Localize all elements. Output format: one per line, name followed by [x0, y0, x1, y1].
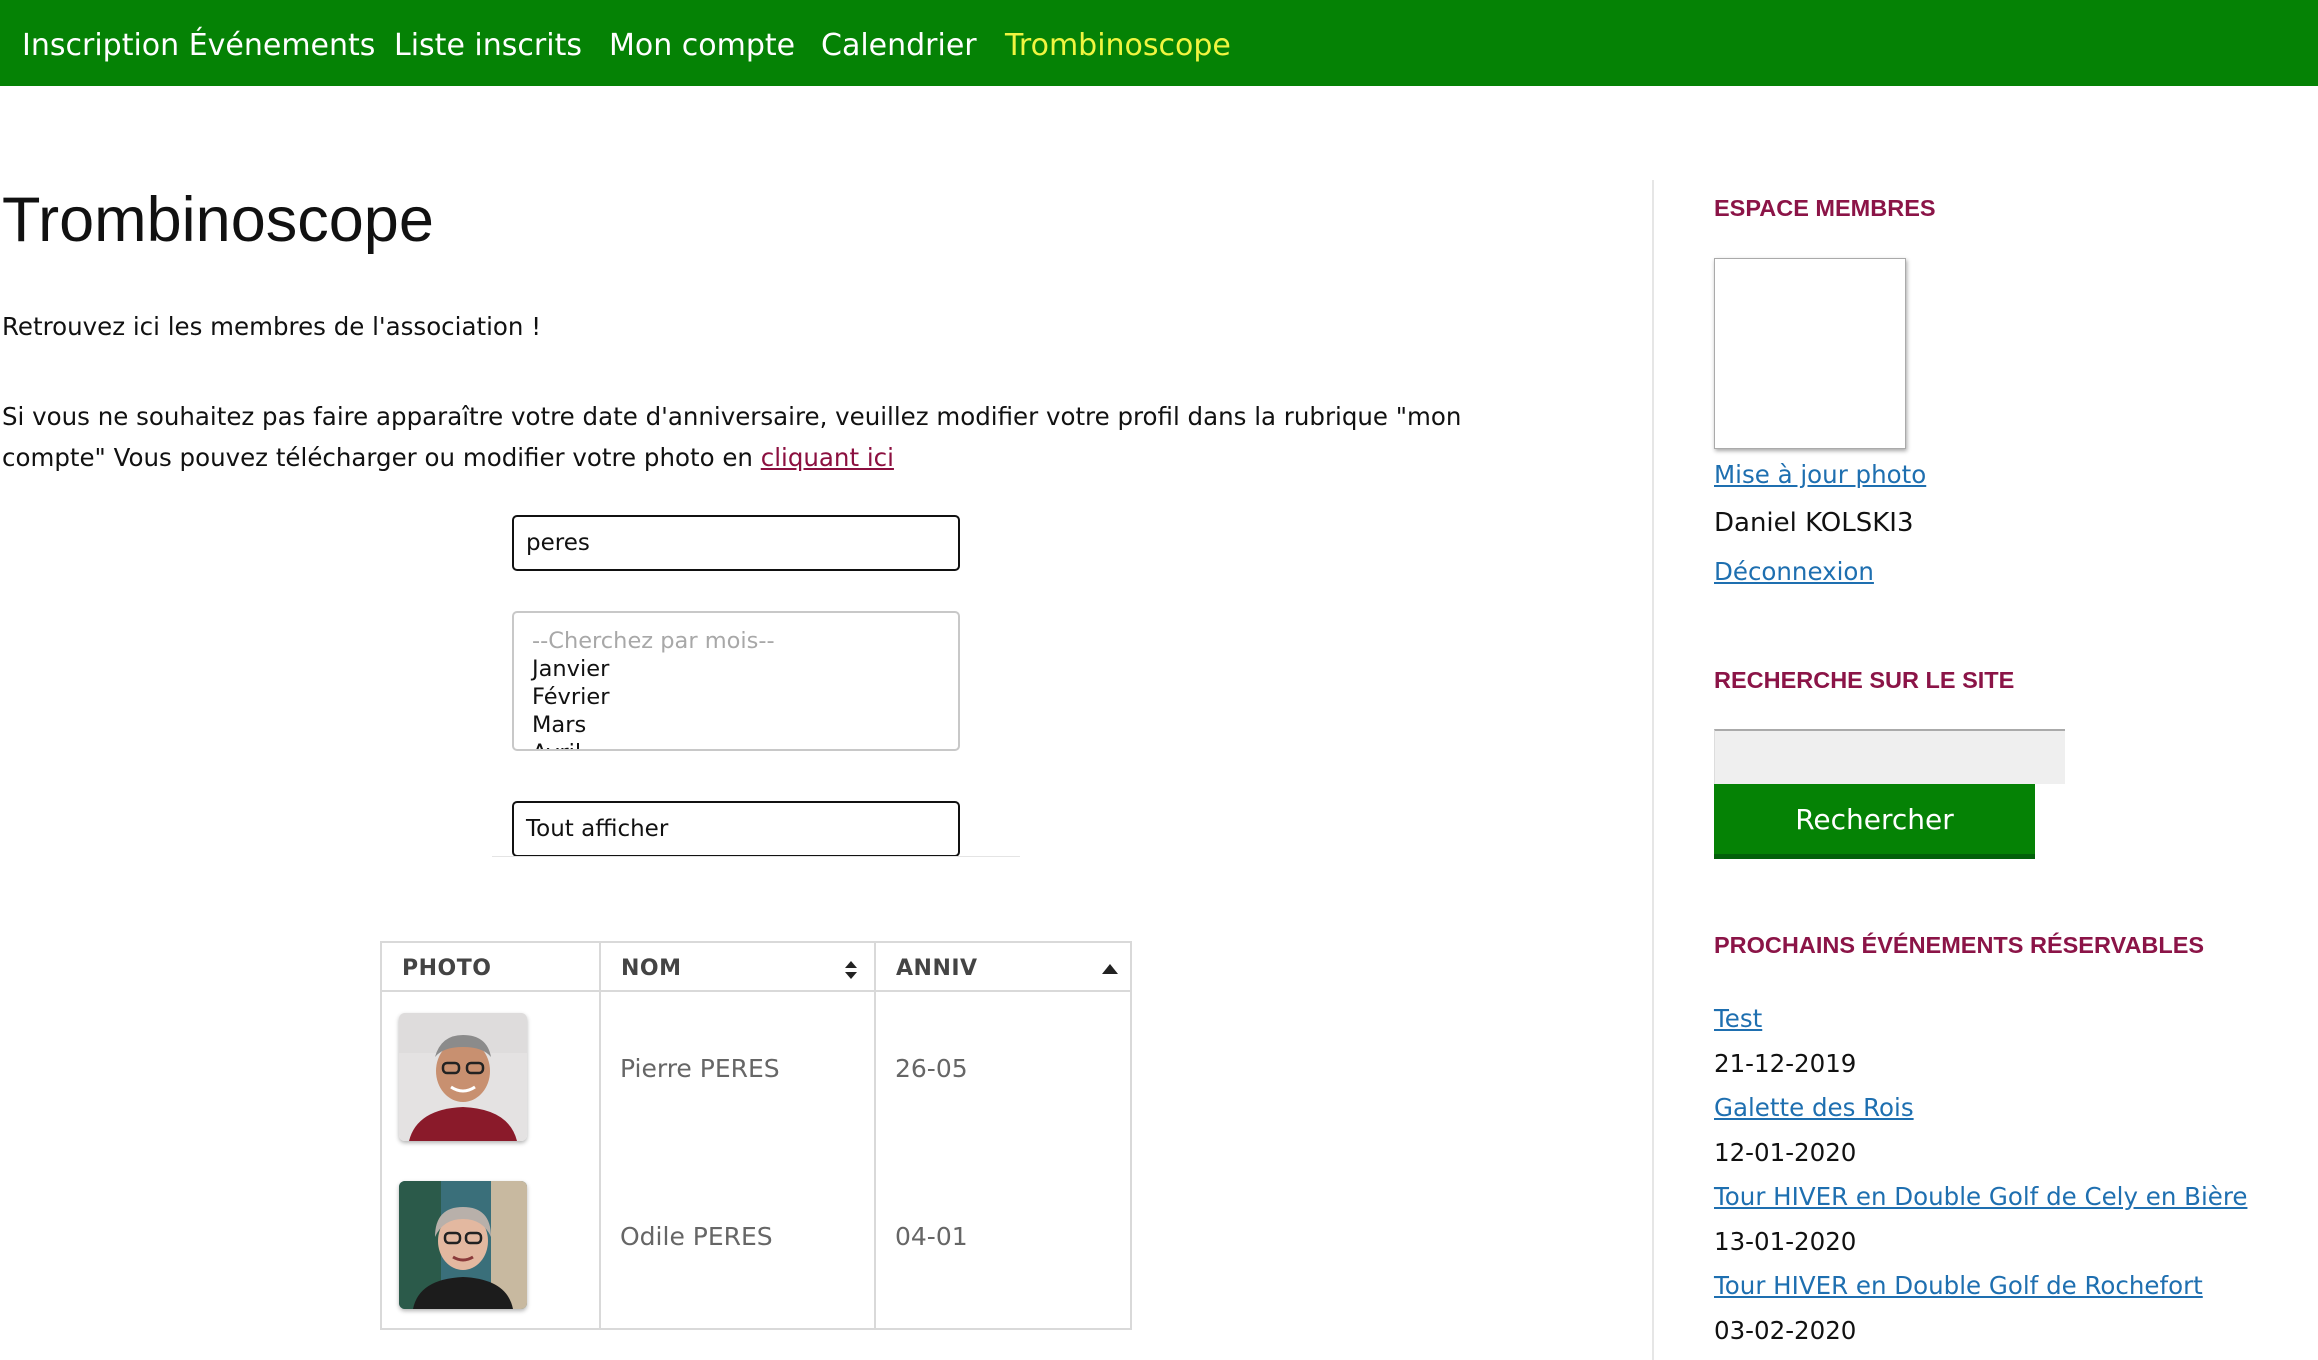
- update-photo-link[interactable]: cliquant ici: [761, 443, 894, 472]
- divider: [492, 856, 1020, 857]
- event-date: 21-12-2019: [1714, 1049, 1857, 1078]
- column-header-anniv-label: ANNIV: [896, 956, 978, 981]
- month-option-janvier[interactable]: Janvier: [532, 655, 958, 683]
- user-avatar: [1714, 258, 1906, 449]
- nav-item-calendrier[interactable]: Calendrier: [821, 0, 977, 86]
- member-name: Pierre PERES: [620, 1054, 780, 1083]
- members-table: PHOTO NOM ANNIV Pierre PERES 26-05 Odile…: [380, 941, 1132, 1330]
- member-photo[interactable]: [399, 1013, 527, 1141]
- member-photo[interactable]: [399, 1181, 527, 1309]
- birthday-note: Si vous ne souhaitez pas faire apparaîtr…: [2, 396, 1472, 478]
- column-divider: [874, 943, 876, 1328]
- column-header-photo-label: PHOTO: [402, 956, 492, 981]
- sort-ascending-icon[interactable]: [1102, 964, 1118, 974]
- site-search-input[interactable]: [1714, 729, 2065, 784]
- search-button[interactable]: Rechercher: [1714, 784, 2035, 859]
- nav-item-liste-inscrits[interactable]: Liste inscrits: [394, 0, 582, 86]
- column-divider: [599, 943, 601, 1328]
- name-search-input[interactable]: [512, 515, 960, 571]
- nav-item-mon-compte[interactable]: Mon compte: [609, 0, 795, 86]
- month-option-mars[interactable]: Mars: [532, 711, 958, 739]
- user-name: Daniel KOLSKI3: [1714, 508, 1914, 538]
- members-area-heading: ESPACE MEMBRES: [1714, 195, 1936, 221]
- site-search-heading: RECHERCHE SUR LE SITE: [1714, 667, 2015, 693]
- nav-item-inscription-evenements[interactable]: Inscription Événements: [22, 0, 375, 86]
- event-date: 03-02-2020: [1714, 1316, 1857, 1345]
- intro-text: Retrouvez ici les membres de l'associati…: [2, 312, 542, 341]
- month-option-avril[interactable]: Avril: [532, 739, 958, 749]
- month-select-placeholder: --Cherchez par mois--: [532, 628, 775, 654]
- column-header-nom[interactable]: NOM: [601, 943, 874, 992]
- event-date: 12-01-2020: [1714, 1138, 1857, 1167]
- member-name: Odile PERES: [620, 1222, 773, 1251]
- month-select[interactable]: --Cherchez par mois-- Janvier Février Ma…: [512, 611, 960, 751]
- woman-portrait-icon: [399, 1181, 527, 1309]
- column-header-photo: PHOTO: [382, 943, 599, 992]
- sidebar-divider: [1652, 180, 1654, 1360]
- logout-link[interactable]: Déconnexion: [1714, 557, 1874, 586]
- birthday-note-text: Si vous ne souhaitez pas faire apparaîtr…: [2, 402, 1462, 472]
- nav-item-trombinoscope[interactable]: Trombinoscope: [1005, 0, 1231, 86]
- update-photo-sidebar-link[interactable]: Mise à jour photo: [1714, 460, 1926, 489]
- event-link[interactable]: Tour HIVER en Double Golf de Cely en Biè…: [1714, 1182, 2247, 1211]
- member-anniv: 04-01: [895, 1222, 968, 1251]
- column-header-anniv[interactable]: ANNIV: [876, 943, 1130, 992]
- sort-both-icon[interactable]: [844, 960, 858, 980]
- upcoming-events-heading: PROCHAINS ÉVÉNEMENTS RÉSERVABLES: [1714, 932, 2205, 958]
- event-link[interactable]: Tour HIVER en Double Golf de Rochefort: [1714, 1271, 2203, 1300]
- event-date: 13-01-2020: [1714, 1227, 1857, 1256]
- man-portrait-icon: [399, 1013, 527, 1141]
- top-navigation: Inscription Événements Liste inscrits Mo…: [0, 0, 2318, 86]
- event-link[interactable]: Galette des Rois: [1714, 1093, 1914, 1122]
- column-header-nom-label: NOM: [621, 956, 682, 981]
- member-anniv: 26-05: [895, 1054, 968, 1083]
- page-title: Trombinoscope: [2, 185, 434, 255]
- show-all-button[interactable]: Tout afficher: [512, 801, 960, 857]
- month-option-fevrier[interactable]: Février: [532, 683, 958, 711]
- event-link[interactable]: Test: [1714, 1004, 1762, 1033]
